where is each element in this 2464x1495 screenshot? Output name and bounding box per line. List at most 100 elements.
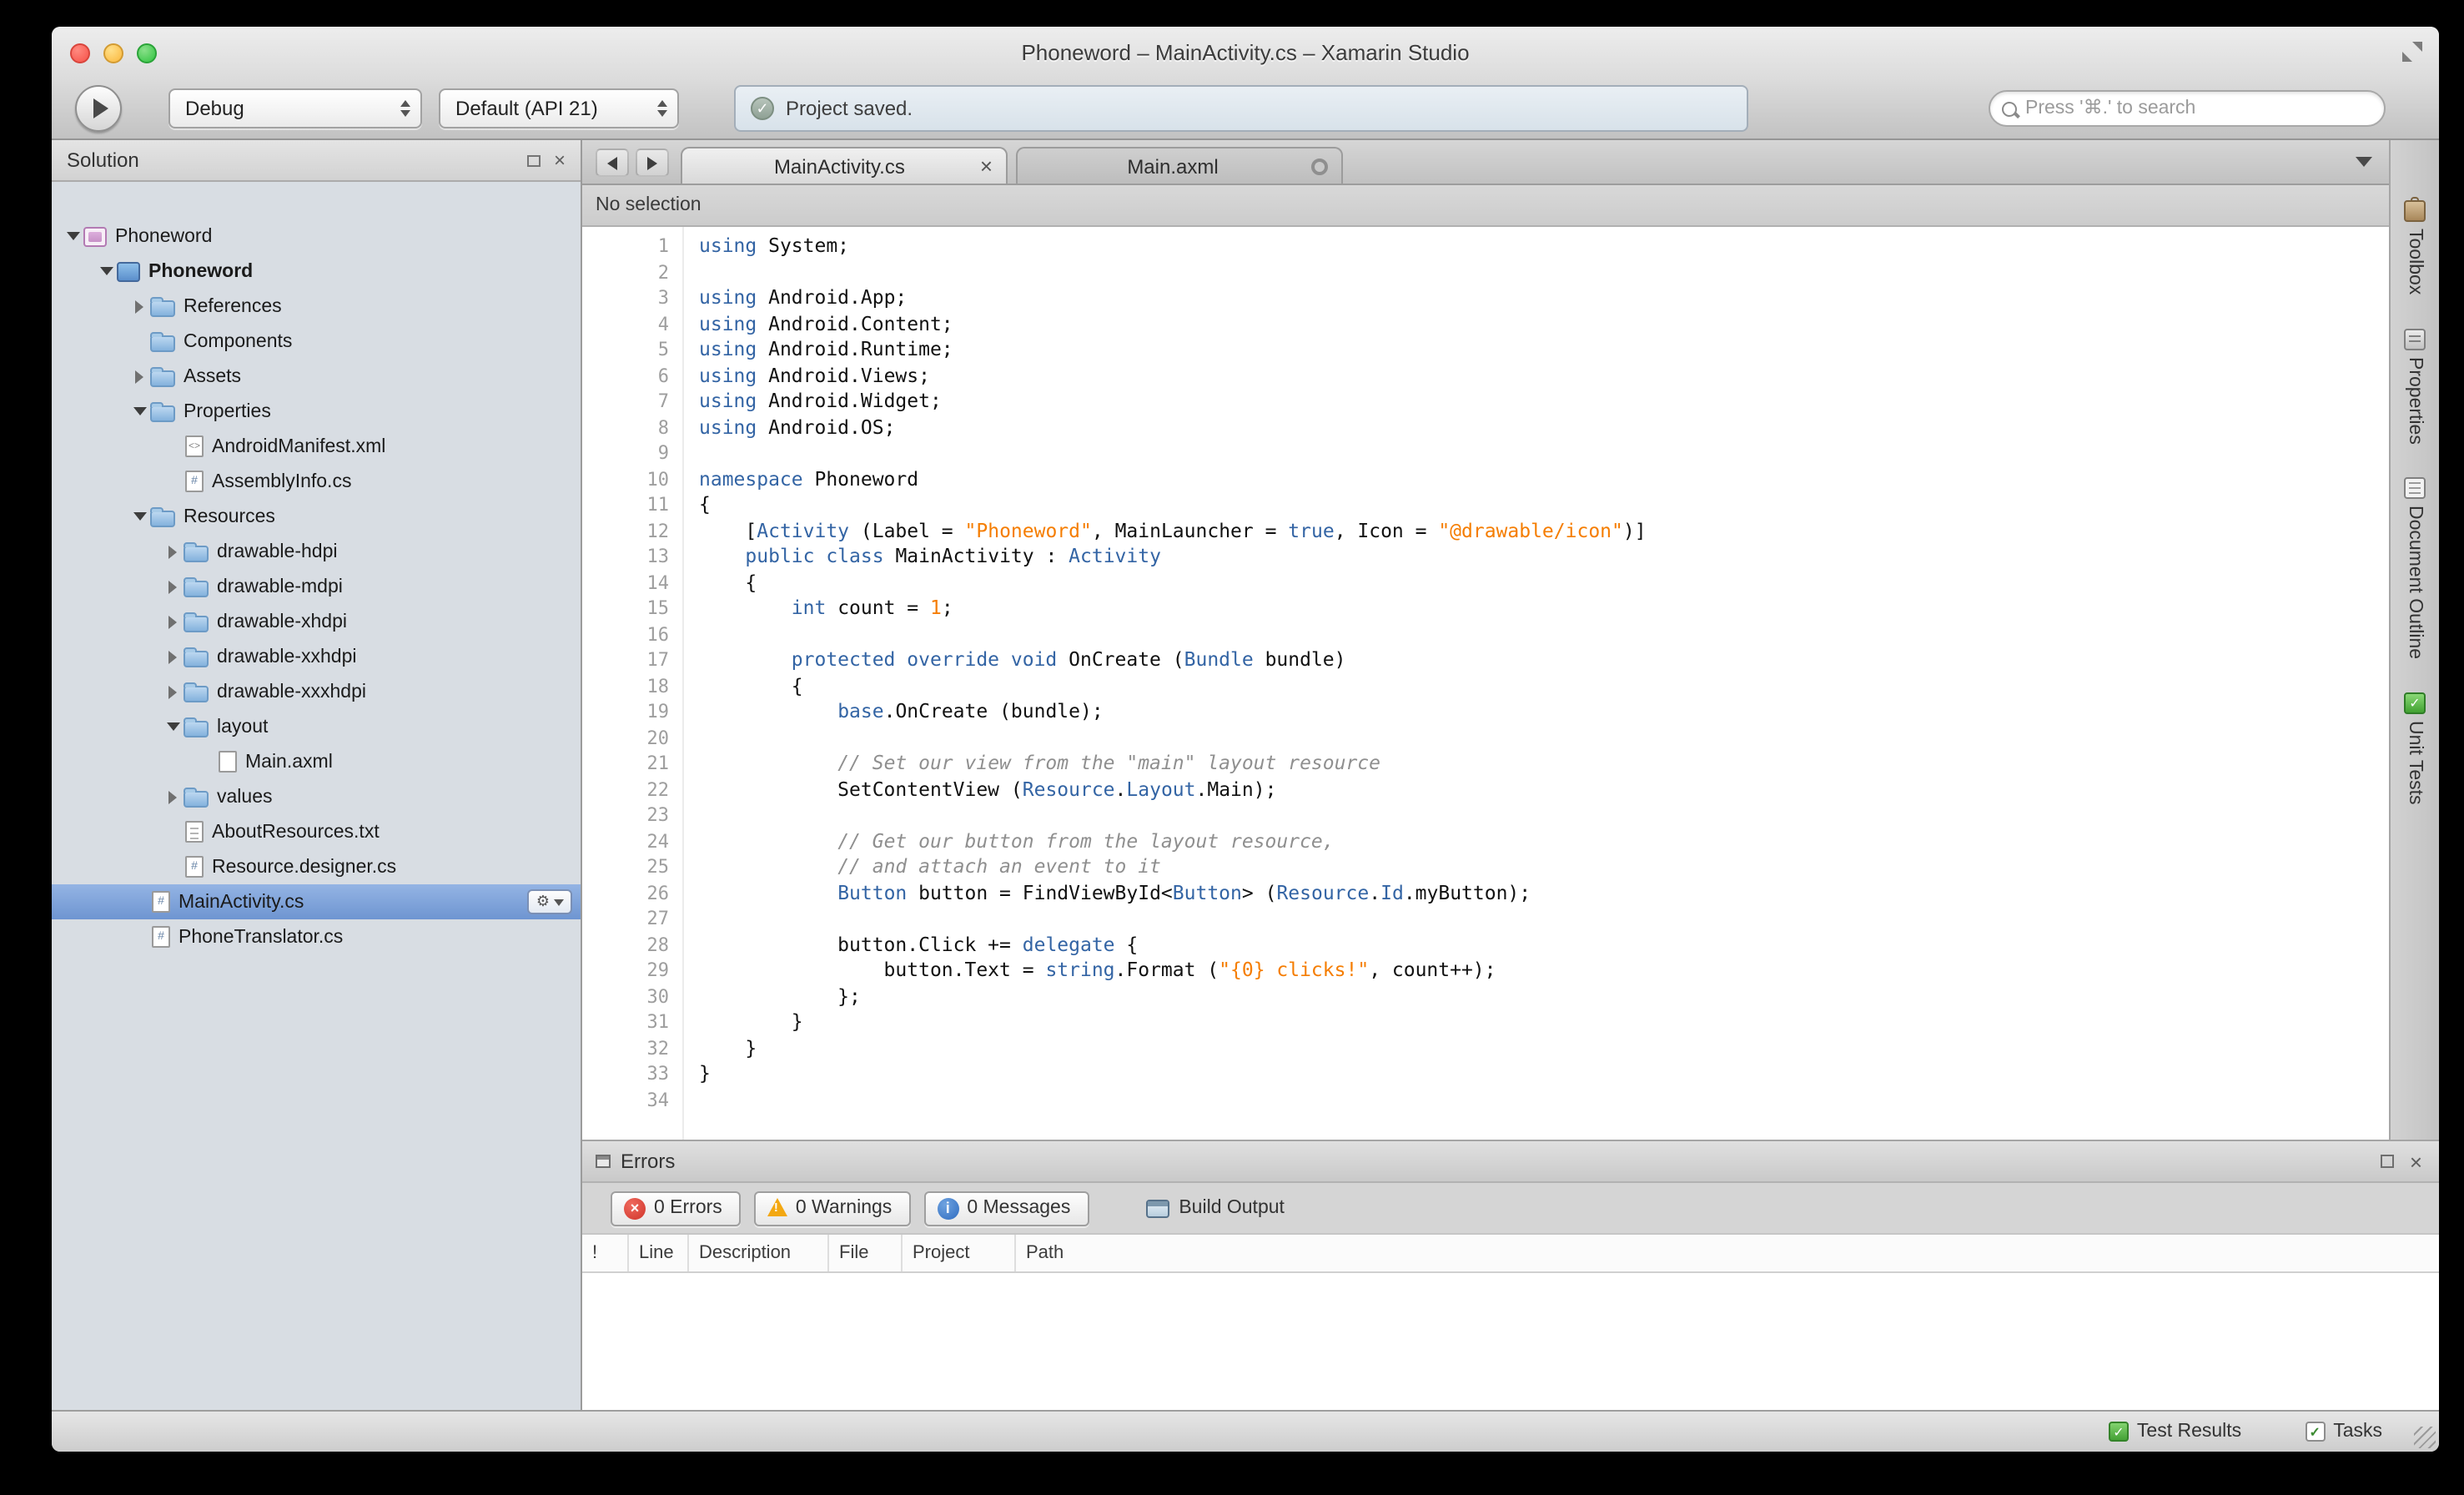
disclosure-right-icon[interactable]: [162, 779, 184, 814]
disclosure-down-icon[interactable]: [162, 709, 184, 744]
build-output-toggle[interactable]: Build Output: [1145, 1198, 1285, 1218]
disclosure-right-icon[interactable]: [162, 534, 184, 569]
disclosure-right-icon[interactable]: [162, 639, 184, 674]
tree-item-resources[interactable]: Resources: [52, 499, 581, 534]
code-line: using Android.OS;: [699, 415, 2389, 440]
disclosure-down-icon[interactable]: [95, 254, 117, 289]
tree-item-assets[interactable]: Assets: [52, 359, 581, 394]
tree-item-resource-designer-cs[interactable]: Resource.designer.cs: [52, 849, 581, 884]
disclosure-spacer: [195, 744, 217, 779]
disclosure-down-icon[interactable]: [128, 499, 150, 534]
errors-filters: 0 Errors 0 Warnings 0 Messages: [611, 1190, 1089, 1226]
error-icon: [624, 1197, 646, 1219]
pad-autohide-icon[interactable]: [2381, 1155, 2395, 1168]
line-number: 18: [582, 673, 669, 699]
tree-item-label: PhoneTranslator.cs: [179, 927, 343, 947]
tree-item-assemblyinfo-cs[interactable]: AssemblyInfo.cs: [52, 464, 581, 499]
resize-grip[interactable]: [2414, 1427, 2436, 1448]
disclosure-right-icon[interactable]: [128, 289, 150, 324]
tree-item-main-axml[interactable]: Main.axml: [52, 744, 581, 779]
column-header-file[interactable]: File: [829, 1235, 903, 1271]
line-number: 30: [582, 984, 669, 1009]
column-header-description[interactable]: Description: [689, 1235, 829, 1271]
minimize-window-button[interactable]: [103, 43, 123, 63]
code-line: button.Click += delegate {: [699, 932, 2389, 958]
line-number: 14: [582, 570, 669, 596]
pad-close-icon[interactable]: ×: [554, 150, 566, 170]
tree-item-drawable-xxhdpi[interactable]: drawable-xxhdpi: [52, 639, 581, 674]
tree-item-label: Components: [184, 331, 292, 351]
dock-tab-properties[interactable]: Properties: [2404, 328, 2426, 444]
status-message-pill: Project saved.: [734, 85, 1748, 132]
search-input[interactable]: [2025, 98, 2384, 118]
solution-tree: PhonewordPhoneword References Components As…: [52, 182, 581, 1410]
tab-mainactivity-cs[interactable]: MainActivity.cs×: [681, 147, 1008, 184]
tree-item-phoneword[interactable]: Phoneword: [52, 254, 581, 289]
code-lines[interactable]: using System;using Android.App;using And…: [684, 227, 2389, 1140]
disclosure-right-icon[interactable]: [162, 604, 184, 639]
statusbar-test-results[interactable]: Test Results: [2109, 1422, 2241, 1442]
tree-item-properties[interactable]: Properties: [52, 394, 581, 429]
code-line: button.Text = string.Format ("{0} clicks…: [699, 958, 2389, 984]
tree-item-androidmanifest-xml[interactable]: AndroidManifest.xml: [52, 429, 581, 464]
tree-item-phoneword[interactable]: Phoneword: [52, 219, 581, 254]
folder-icon: [150, 511, 175, 527]
tree-item-phonetranslator-cs[interactable]: PhoneTranslator.cs: [52, 919, 581, 954]
column-header-path[interactable]: Path: [1016, 1235, 2439, 1271]
dock-tab-unit-tests[interactable]: Unit Tests: [2404, 692, 2426, 805]
tab-close-icon[interactable]: ×: [980, 155, 993, 177]
close-window-button[interactable]: [70, 43, 90, 63]
code-line: [699, 906, 2389, 932]
run-button[interactable]: [75, 85, 122, 132]
pad-close-icon[interactable]: ×: [2410, 1150, 2422, 1172]
item-options-button[interactable]: ⚙: [527, 889, 572, 914]
column-header-line[interactable]: Line: [629, 1235, 689, 1271]
dock-tab-toolbox[interactable]: Toolbox: [2404, 200, 2426, 294]
code-editor[interactable]: 1234567891011121314151617181920212223242…: [582, 227, 2389, 1140]
configuration-select[interactable]: Debug: [168, 88, 422, 128]
navigate-forward-button[interactable]: [636, 148, 669, 177]
tree-item-references[interactable]: References: [52, 289, 581, 324]
tree-item-components[interactable]: Components: [52, 324, 581, 359]
tree-item-label: References: [184, 296, 282, 316]
editor-tabstrip: MainActivity.cs×Main.axml: [582, 140, 2389, 185]
code-line: using Android.App;: [699, 285, 2389, 311]
column-header-project[interactable]: Project: [903, 1235, 1016, 1271]
disclosure-right-icon[interactable]: [128, 359, 150, 394]
fullscreen-icon[interactable]: [2401, 40, 2424, 63]
tab-main-axml[interactable]: Main.axml: [1016, 147, 1343, 184]
filter-0-errors[interactable]: 0 Errors: [611, 1190, 741, 1226]
file-cs-icon: [152, 891, 170, 913]
tab-overflow-button[interactable]: [2356, 157, 2372, 167]
disclosure-right-icon[interactable]: [162, 569, 184, 604]
tree-item-mainactivity-cs[interactable]: MainActivity.cs⚙: [52, 884, 581, 919]
line-number: 16: [582, 622, 669, 647]
tree-item-drawable-mdpi[interactable]: drawable-mdpi: [52, 569, 581, 604]
pad-autohide-icon[interactable]: [527, 154, 541, 166]
disclosure-down-icon[interactable]: [62, 219, 83, 254]
line-number: 26: [582, 880, 669, 906]
dock-tab-label: Toolbox: [2405, 229, 2425, 294]
zoom-window-button[interactable]: [137, 43, 157, 63]
gear-icon: ⚙: [536, 894, 550, 909]
file-icon: [219, 751, 237, 773]
filter-0-warnings[interactable]: 0 Warnings: [754, 1190, 911, 1226]
tree-item-drawable-hdpi[interactable]: drawable-hdpi: [52, 534, 581, 569]
disclosure-right-icon[interactable]: [162, 674, 184, 709]
tree-item-aboutresources-txt[interactable]: AboutResources.txt: [52, 814, 581, 849]
dock-tab-document-outline[interactable]: Document Outline: [2404, 477, 2426, 659]
disclosure-spacer: [162, 464, 184, 499]
errors-list[interactable]: [582, 1273, 2439, 1410]
navigate-back-button[interactable]: [596, 148, 629, 177]
tree-item-values[interactable]: values: [52, 779, 581, 814]
device-select[interactable]: Default (API 21): [439, 88, 679, 128]
filter-0-messages[interactable]: 0 Messages: [923, 1190, 1089, 1226]
disclosure-down-icon[interactable]: [128, 394, 150, 429]
column-header-priority[interactable]: !: [582, 1235, 629, 1271]
line-number: 12: [582, 518, 669, 544]
tree-item-drawable-xhdpi[interactable]: drawable-xhdpi: [52, 604, 581, 639]
tree-item-layout[interactable]: layout: [52, 709, 581, 744]
tree-item-drawable-xxxhdpi[interactable]: drawable-xxxhdpi: [52, 674, 581, 709]
dock-tab-label: Document Outline: [2405, 506, 2425, 659]
statusbar-tasks[interactable]: Tasks: [2305, 1422, 2382, 1442]
